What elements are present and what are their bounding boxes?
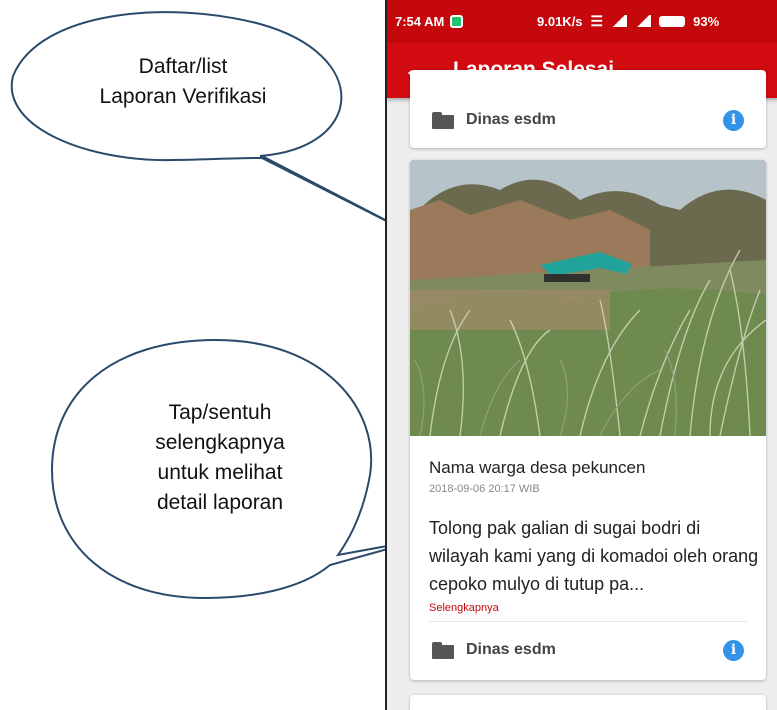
battery-icon [659, 15, 686, 27]
callout-tap-line2: selengkapnya [155, 431, 285, 454]
card-footer: Dinas esdm i [410, 92, 766, 148]
department-label: Dinas esdm [466, 641, 556, 658]
report-excerpt: Tolong pak galian di sugai bodri di wila… [429, 518, 759, 594]
network-speed: 9.01K/s [537, 13, 583, 29]
read-more-link[interactable]: Selengkapnya [429, 602, 499, 614]
department-label: Dinas esdm [466, 111, 556, 128]
report-photo[interactable] [410, 160, 766, 436]
callout-list-line2: Laporan Verifikasi [99, 85, 267, 108]
callout-tap-line4: detail laporan [156, 491, 284, 514]
folder-icon [432, 111, 454, 129]
report-card-partial[interactable] [410, 695, 766, 710]
info-icon[interactable]: i [723, 109, 744, 131]
callout-text-tap: Tap/sentuh selengkapnya untuk melihat de… [100, 398, 340, 518]
app-notification-icon [450, 14, 464, 28]
report-timestamp: 2018-09-06 20:17 WIB [429, 483, 540, 495]
signal-icon [611, 15, 628, 27]
report-card[interactable]: Dinas esdm i [410, 70, 766, 148]
reporter-name: Nama warga desa pekuncen [429, 458, 646, 477]
status-time: 7:54 AM [395, 13, 445, 29]
phone-screen: 7:54 AM 9.01K/s ☰ 93% ← Laporan Selesai … [385, 0, 777, 710]
folder-icon [432, 641, 454, 659]
battery-level: 93% [693, 13, 720, 29]
status-right-group: 9.01K/s ☰ 93% [537, 0, 719, 42]
signal-icon-2 [635, 15, 652, 27]
report-card[interactable]: Nama warga desa pekuncen 2018-09-06 20:1… [410, 160, 766, 680]
callout-text-list: Daftar/list Laporan Verifikasi [58, 52, 308, 112]
card-footer: Dinas esdm i [410, 622, 766, 678]
callout-tap-line3: untuk melihat [157, 461, 283, 484]
status-bar: 7:54 AM 9.01K/s ☰ 93% [387, 0, 777, 42]
info-icon[interactable]: i [723, 639, 744, 661]
callout-bubble-list [10, 11, 421, 239]
report-photo-illustration [410, 160, 766, 436]
wifi-icon: ☰ [590, 12, 604, 29]
callout-tap-line1: Tap/sentuh [168, 401, 272, 424]
callout-list-line1: Daftar/list [138, 55, 228, 78]
